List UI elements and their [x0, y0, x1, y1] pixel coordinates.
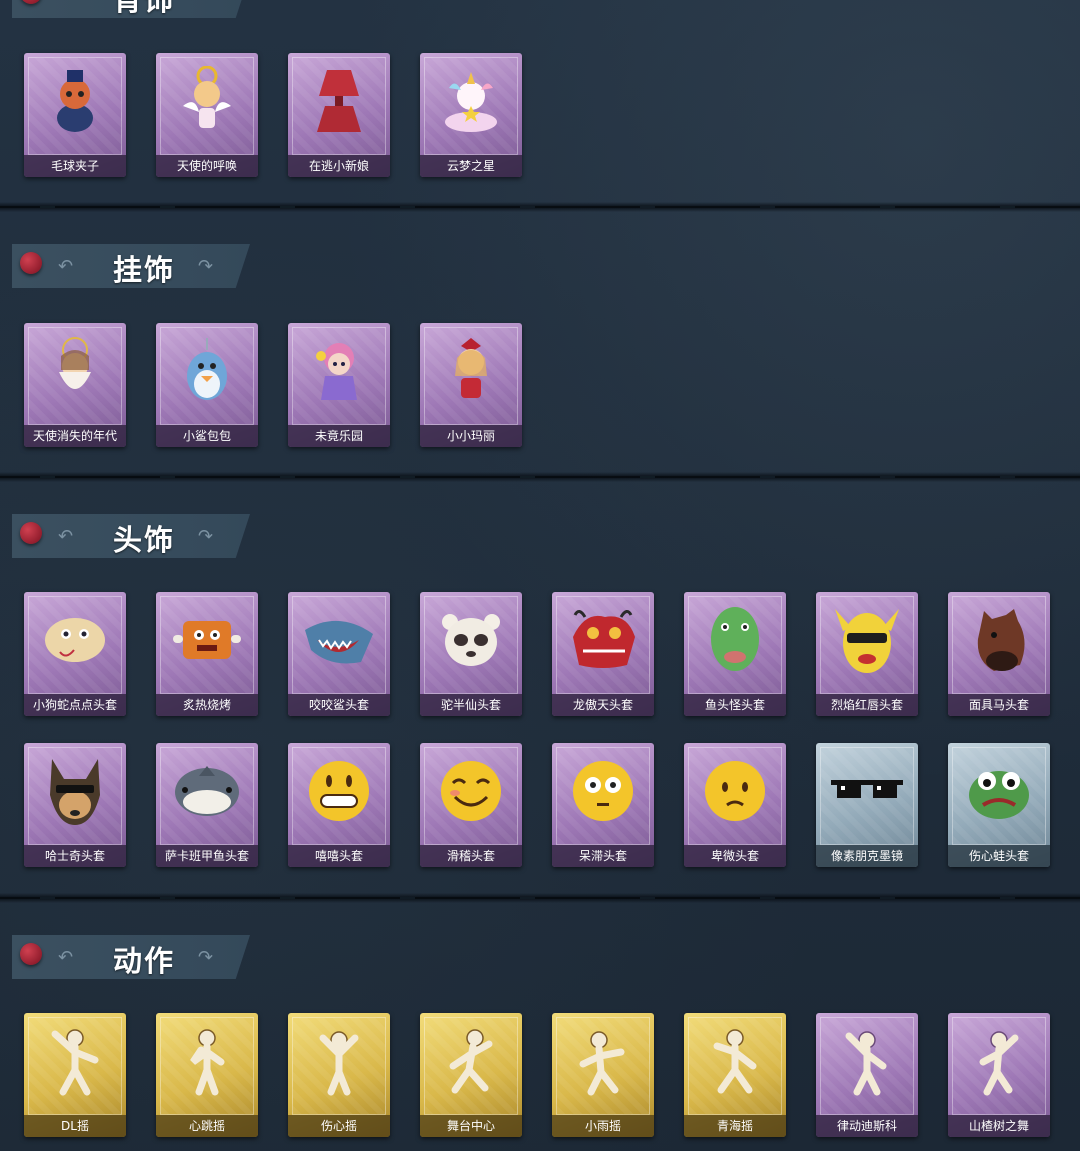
candy-girl-icon: [316, 343, 357, 400]
section-header-action: ↶ 动作 ↷: [12, 935, 250, 979]
item-card-head-3[interactable]: 咬咬鲨头套: [288, 592, 390, 716]
pin-icon: [20, 943, 42, 965]
panda-head-icon: [442, 614, 500, 666]
angel-doll-icon: [183, 66, 231, 128]
item-card-back-1[interactable]: 毛球夹子: [24, 53, 126, 177]
item-card-head-9[interactable]: 哈士奇头套: [24, 743, 126, 867]
little-mary-icon: [455, 338, 487, 398]
item-card-action-1[interactable]: DL摇: [24, 1013, 126, 1137]
item-card-action-8[interactable]: 山楂树之舞: [948, 1013, 1050, 1137]
shark-head-icon: [305, 620, 373, 664]
stage-pose-icon: [449, 1029, 493, 1094]
item-card-head-15[interactable]: 像素朋克墨镜: [816, 743, 918, 867]
fish-blob-head-icon: [175, 766, 239, 816]
section-title-head: 头饰: [112, 523, 175, 557]
ornament-left-icon: ↶: [58, 526, 74, 546]
ornament-left-icon: ↶: [58, 0, 73, 7]
grin-emoji-icon: [309, 761, 369, 821]
item-card-action-7[interactable]: 律动迪斯科: [816, 1013, 918, 1137]
item-card-head-8[interactable]: 面具马头套: [948, 592, 1050, 716]
item-card-head-13[interactable]: 呆滞头套: [552, 743, 654, 867]
item-card-back-2[interactable]: 天使的呼唤: [156, 53, 258, 177]
rain-pose-icon: [579, 1031, 625, 1096]
item-card-action-5[interactable]: 小雨摇: [552, 1013, 654, 1137]
item-card-hang-3[interactable]: 未竟乐园: [288, 323, 390, 447]
ornament-right-icon: ↷: [198, 256, 214, 276]
section-divider: [0, 893, 1080, 903]
ornament-right-icon: ↷: [198, 0, 213, 7]
item-card-head-14[interactable]: 卑微头套: [684, 743, 786, 867]
bride-dress-icon: [317, 70, 361, 132]
item-card-action-2[interactable]: 心跳摇: [156, 1013, 258, 1137]
husky-head-icon: [50, 759, 100, 825]
qinghai-pose-icon: [713, 1029, 757, 1094]
horse-head-icon: [977, 609, 1025, 671]
section-divider: [0, 202, 1080, 212]
fish-head-icon: [711, 607, 759, 671]
item-card-head-16[interactable]: 伤心蛙头套: [948, 743, 1050, 867]
raccoon-doll-icon: [57, 70, 93, 132]
item-card-head-4[interactable]: 驼半仙头套: [420, 592, 522, 716]
section-title-hang: 挂饰: [112, 253, 175, 287]
item-card-head-1[interactable]: 小狗蛇点点头套: [24, 592, 126, 716]
humble-emoji-icon: [705, 761, 765, 821]
item-card-head-7[interactable]: 烈焰红唇头套: [816, 592, 918, 716]
item-card-hang-2[interactable]: 小鲨包包: [156, 323, 258, 447]
item-card-head-10[interactable]: 萨卡班甲鱼头套: [156, 743, 258, 867]
ornament-right-icon: ↷: [198, 947, 214, 967]
item-card-head-5[interactable]: 龙傲天头套: [552, 592, 654, 716]
item-card-hang-4[interactable]: 小小玛丽: [420, 323, 522, 447]
smirk-emoji-icon: [441, 761, 501, 821]
item-card-back-3[interactable]: 在逃小新娘: [288, 53, 390, 177]
item-card-head-12[interactable]: 滑稽头套: [420, 743, 522, 867]
dazed-emoji-icon: [573, 761, 633, 821]
dragon-head-icon: [573, 610, 635, 668]
unicorn-cloud-icon: [445, 72, 497, 132]
shark-bag-icon: [187, 338, 227, 400]
item-card-back-4[interactable]: 云梦之星: [420, 53, 522, 177]
section-title-action: 动作: [112, 944, 175, 978]
ornament-right-icon: ↷: [198, 526, 214, 546]
ornament-left-icon: ↶: [58, 947, 74, 967]
section-header-head: ↶ 头饰 ↷: [12, 514, 250, 558]
section-header-back: ↶ 背饰 ↷: [12, 0, 250, 18]
sad-frog-icon: [969, 771, 1029, 819]
item-card-head-6[interactable]: 鱼头怪头套: [684, 592, 786, 716]
bbq-meat-icon: [173, 621, 241, 659]
section-header-hang: ↶ 挂饰 ↷: [12, 244, 250, 288]
pixel-sunglasses-icon: [831, 780, 903, 798]
heartbeat-pose-icon: [190, 1029, 225, 1096]
hawthorn-pose-icon: [979, 1031, 1019, 1096]
pin-icon: [20, 522, 42, 544]
section-divider: [0, 472, 1080, 482]
item-card-head-11[interactable]: 嘻嘻头套: [288, 743, 390, 867]
item-card-hang-1[interactable]: 天使消失的年代: [24, 323, 126, 447]
section-title-back: 背饰: [112, 0, 175, 17]
item-card-action-6[interactable]: 青海摇: [684, 1013, 786, 1137]
angel-girl-icon: [59, 337, 91, 389]
disco-pose-icon: [845, 1031, 887, 1096]
pin-icon: [20, 0, 42, 4]
item-card-action-4[interactable]: 舞台中心: [420, 1013, 522, 1137]
ornament-left-icon: ↶: [58, 256, 74, 276]
item-card-head-2[interactable]: 炙热烧烤: [156, 592, 258, 716]
item-card-action-3[interactable]: 伤心摇: [288, 1013, 390, 1137]
pikachu-head-icon: [835, 609, 899, 673]
dance-pose-icon: [51, 1029, 99, 1096]
sad-pose-icon: [319, 1031, 359, 1096]
pin-icon: [20, 252, 42, 274]
snake-head-icon: [45, 618, 105, 662]
